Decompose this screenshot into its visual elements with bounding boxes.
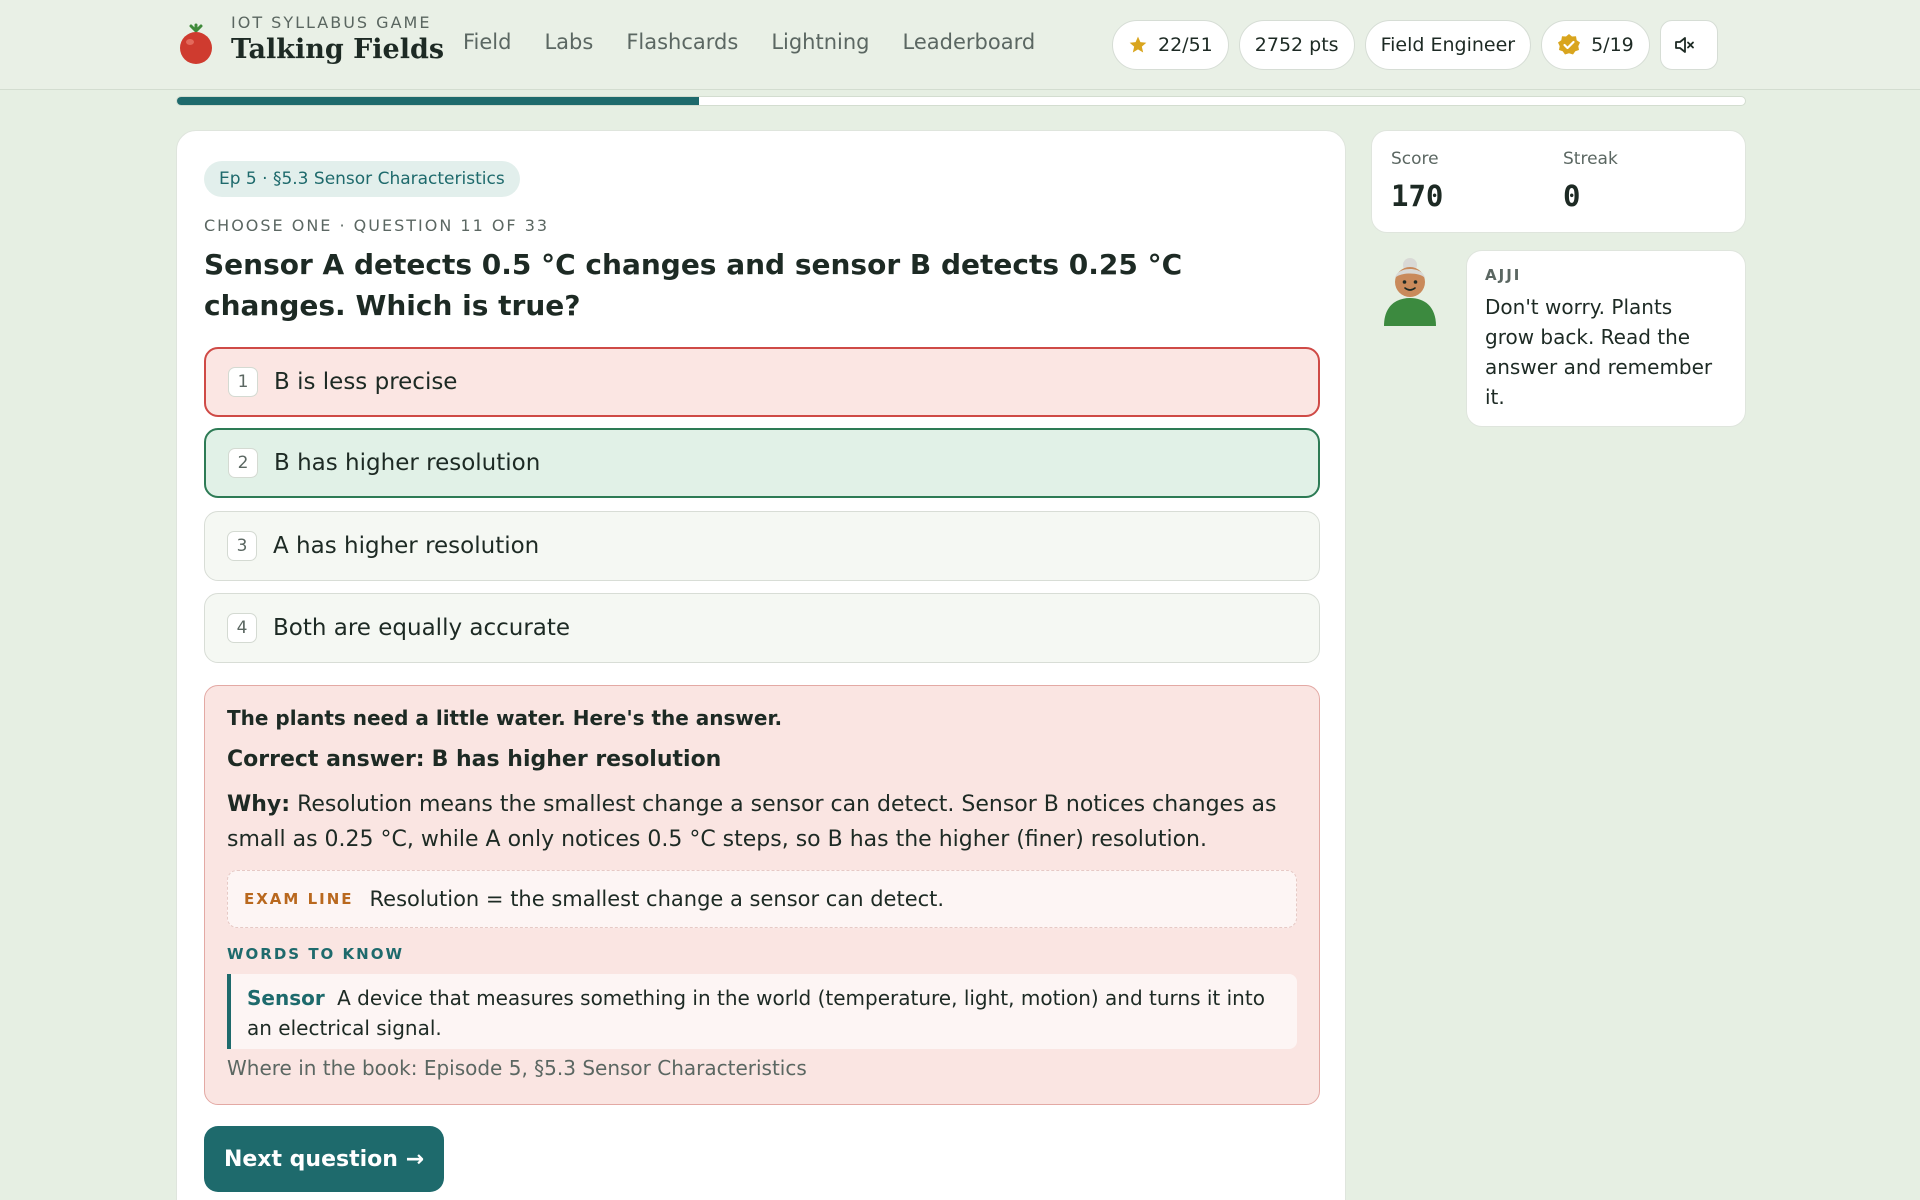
next-question-button[interactable]: Next question → <box>204 1126 444 1192</box>
answer-option-1[interactable]: 1 B is less precise <box>204 347 1320 417</box>
option-text: B has higher resolution <box>274 450 541 476</box>
badges-pill[interactable]: 5/19 <box>1541 20 1650 70</box>
quiz-progress-fill <box>177 97 700 105</box>
rank-title: Field Engineer <box>1380 34 1516 56</box>
nav-labs[interactable]: Labs <box>544 30 593 54</box>
streak-label: Streak <box>1563 149 1618 169</box>
points-value: 2752 pts <box>1254 34 1339 56</box>
chapter-badge: Ep 5 · §5.3 Sensor Characteristics <box>204 161 520 197</box>
answer-option-3[interactable]: 3 A has higher resolution <box>204 511 1320 581</box>
correct-answer-value: B has higher resolution <box>431 747 722 772</box>
stars-count: 22/51 <box>1158 34 1213 56</box>
correct-answer-label: Correct answer: <box>227 747 425 772</box>
quiz-card: Ep 5 · §5.3 Sensor Characteristics CHOOS… <box>176 130 1346 1200</box>
answer-option-4[interactable]: 4 Both are equally accurate <box>204 593 1320 663</box>
glossary-definition: A device that measures something in the … <box>247 986 1265 1040</box>
mute-icon <box>1674 37 1694 53</box>
book-reference: Where in the book: Episode 5, §5.3 Senso… <box>227 1056 807 1080</box>
streak-stat: Streak 0 <box>1563 149 1618 213</box>
why-label: Why: <box>227 792 291 817</box>
score-label: Score <box>1391 149 1439 169</box>
tomato-logo-icon <box>180 23 212 64</box>
answer-option-2[interactable]: 2 B has higher resolution <box>204 428 1320 498</box>
star-icon <box>1129 36 1147 53</box>
option-number: 4 <box>227 613 257 643</box>
mentor-message: Don't worry. Plants grow back. Read the … <box>1485 295 1713 409</box>
why-text: Resolution means the smallest change a s… <box>227 792 1277 852</box>
mentor-name: AJJI <box>1485 266 1522 284</box>
main-nav: Field Labs Flashcards Lightning Leaderbo… <box>463 30 1068 54</box>
stars-pill[interactable]: 22/51 <box>1112 20 1229 70</box>
exam-line-label: EXAM LINE <box>244 890 354 908</box>
sound-toggle-button[interactable] <box>1659 20 1718 70</box>
option-text: Both are equally accurate <box>273 615 571 641</box>
option-text: A has higher resolution <box>273 533 540 559</box>
answer-feedback-panel: The plants need a little water. Here's t… <box>204 685 1320 1105</box>
nav-lightning[interactable]: Lightning <box>771 30 869 54</box>
grandmother-avatar-icon <box>1384 258 1436 326</box>
words-to-know-label: WORDS TO KNOW <box>227 945 405 963</box>
option-number: 3 <box>227 531 257 561</box>
option-text: B is less precise <box>274 369 458 395</box>
glossary-entry: Sensor A device that measures something … <box>227 974 1297 1049</box>
rank-pill[interactable]: Field Engineer <box>1364 20 1532 70</box>
exam-line-box: EXAM LINE Resolution = the smallest chan… <box>227 870 1297 928</box>
option-number: 1 <box>228 367 258 397</box>
explanation: Why: Resolution means the smallest chang… <box>227 787 1287 857</box>
streak-value: 0 <box>1563 179 1581 213</box>
nav-flashcards[interactable]: Flashcards <box>626 30 738 54</box>
feedback-heading: The plants need a little water. Here's t… <box>227 706 783 730</box>
mentor-speech-bubble: AJJI Don't worry. Plants grow back. Read… <box>1466 250 1746 427</box>
brand-title: Talking Fields <box>231 34 445 65</box>
header-stats: 22/51 2752 pts Field Engineer 5/19 <box>1112 20 1728 70</box>
score-stat: Score 170 <box>1391 149 1443 213</box>
badges-count: 5/19 <box>1591 34 1634 56</box>
brand-subtitle: IOT SYLLABUS GAME <box>231 13 432 32</box>
score-card: Score 170 Streak 0 <box>1371 130 1746 233</box>
points-pill[interactable]: 2752 pts <box>1238 20 1355 70</box>
exam-line-text: Resolution = the smallest change a senso… <box>369 887 945 911</box>
quiz-progress-bar <box>176 96 1746 106</box>
glossary-term: Sensor <box>247 986 325 1010</box>
nav-field[interactable]: Field <box>463 30 511 54</box>
question-meta: CHOOSE ONE · QUESTION 11 OF 33 <box>204 216 550 235</box>
nav-leaderboard[interactable]: Leaderboard <box>903 30 1036 54</box>
question-text: Sensor A detects 0.5 °C changes and sens… <box>204 248 1183 322</box>
badge-check-icon <box>1558 34 1581 55</box>
option-number: 2 <box>228 448 258 478</box>
correct-answer-line: Correct answer: B has higher resolution <box>227 747 721 772</box>
top-header: IOT SYLLABUS GAME Talking Fields Field L… <box>0 0 1920 90</box>
score-value: 170 <box>1391 179 1444 213</box>
